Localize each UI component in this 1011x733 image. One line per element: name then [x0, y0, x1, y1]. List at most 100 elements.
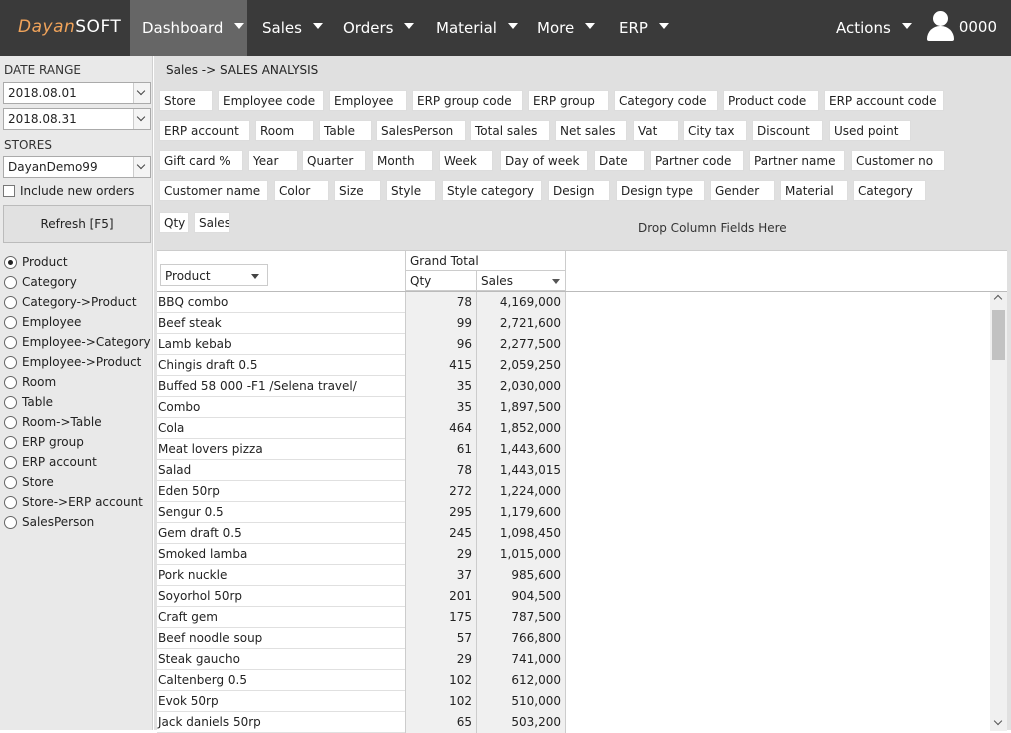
nav-sales[interactable]: Sales: [250, 0, 335, 56]
table-row[interactable]: Pork nuckle 37 985,600: [157, 565, 566, 586]
radio-table[interactable]: Table: [4, 392, 151, 412]
column-header-sales[interactable]: Sales: [476, 271, 566, 291]
radio-erp-account[interactable]: ERP account: [4, 452, 151, 472]
table-row[interactable]: Smoked lamba 29 1,015,000: [157, 544, 566, 565]
table-row[interactable]: Beef noodle soup 57 766,800: [157, 628, 566, 649]
scroll-thumb[interactable]: [992, 310, 1005, 360]
table-row[interactable]: Beef steak 99 2,721,600: [157, 313, 566, 334]
vertical-scrollbar[interactable]: [990, 292, 1007, 731]
radio-salesperson[interactable]: SalesPerson: [4, 512, 151, 532]
radio-employee-product[interactable]: Employee->Product: [4, 352, 151, 372]
table-row[interactable]: Soyorhol 50rp 201 904,500: [157, 586, 566, 607]
nav-orders[interactable]: Orders: [331, 0, 426, 56]
table-row[interactable]: Combo 35 1,897,500: [157, 397, 566, 418]
field-category[interactable]: Category: [853, 180, 926, 201]
date-to-picker[interactable]: 2018.08.31: [3, 108, 151, 130]
radio-button-selected[interactable]: [4, 255, 17, 269]
radio-button[interactable]: [4, 435, 17, 449]
field-category-code[interactable]: Category code: [614, 90, 718, 111]
table-row[interactable]: Eden 50rp 272 1,224,000: [157, 481, 566, 502]
field-customer-no[interactable]: Customer no: [851, 150, 945, 171]
radio-button[interactable]: [4, 515, 17, 529]
table-row[interactable]: Steak gaucho 29 741,000: [157, 649, 566, 670]
radio-product[interactable]: Product: [4, 252, 151, 272]
field-partner-name[interactable]: Partner name: [749, 150, 845, 171]
field-total-sales[interactable]: Total sales: [470, 120, 550, 141]
radio-employee-category[interactable]: Employee->Category: [4, 332, 151, 352]
radio-room[interactable]: Room: [4, 372, 151, 392]
row-field-product-dropdown[interactable]: Product: [160, 264, 268, 286]
table-row[interactable]: Caltenberg 0.5 102 612,000: [157, 670, 566, 691]
radio-button[interactable]: [4, 295, 17, 309]
radio-store[interactable]: Store: [4, 472, 151, 492]
field-week[interactable]: Week: [439, 150, 493, 171]
nav-more[interactable]: More: [525, 0, 607, 56]
table-row[interactable]: Buffed 58 000 -F1 /Selena travel/35 2,030…: [157, 376, 566, 397]
field-design-type[interactable]: Design type: [616, 180, 705, 201]
radio-button[interactable]: [4, 355, 17, 369]
scroll-up-icon[interactable]: [993, 294, 1003, 304]
field-qty[interactable]: Qty: [159, 212, 189, 233]
radio-employee[interactable]: Employee: [4, 312, 151, 332]
radio-button[interactable]: [4, 395, 17, 409]
date-from-picker[interactable]: 2018.08.01: [3, 82, 151, 104]
field-sales[interactable]: Sales: [194, 212, 230, 233]
field-erp-account-code[interactable]: ERP account code: [824, 90, 944, 111]
scroll-down-icon[interactable]: [993, 716, 1003, 726]
field-size[interactable]: Size: [334, 180, 381, 201]
table-row[interactable]: Lamb kebab 96 2,277,500: [157, 334, 566, 355]
field-employee[interactable]: Employee: [329, 90, 407, 111]
table-row[interactable]: Chingis draft 0.5 415 2,059,250: [157, 355, 566, 376]
field-erp-group[interactable]: ERP group: [528, 90, 609, 111]
actions-menu[interactable]: Actions: [824, 0, 924, 56]
user-menu[interactable]: 0000: [925, 11, 997, 43]
field-month[interactable]: Month: [372, 150, 433, 171]
field-table[interactable]: Table: [319, 120, 372, 141]
nav-erp[interactable]: ERP: [607, 0, 681, 56]
field-store[interactable]: Store: [159, 90, 213, 111]
field-design[interactable]: Design: [548, 180, 610, 201]
radio-button[interactable]: [4, 315, 17, 329]
table-row[interactable]: Cola 464 1,852,000: [157, 418, 566, 439]
chevron-down-icon[interactable]: [133, 157, 150, 177]
brand-logo[interactable]: DayanSOFT: [18, 17, 121, 37]
field-discount[interactable]: Discount: [752, 120, 823, 141]
field-color[interactable]: Color: [274, 180, 329, 201]
field-employee-code[interactable]: Employee code: [218, 90, 324, 111]
table-row[interactable]: Gem draft 0.5 245 1,098,450: [157, 523, 566, 544]
field-customer-name[interactable]: Customer name: [159, 180, 268, 201]
table-row[interactable]: Evok 50rp 102 510,000: [157, 691, 566, 712]
field-room[interactable]: Room: [255, 120, 314, 141]
radio-button[interactable]: [4, 335, 17, 349]
radio-category-product[interactable]: Category->Product: [4, 292, 151, 312]
field-partner-code[interactable]: Partner code: [650, 150, 744, 171]
radio-store-erp-account[interactable]: Store->ERP account: [4, 492, 151, 512]
refresh-button[interactable]: Refresh [F5]: [3, 205, 151, 243]
chevron-down-icon[interactable]: [133, 83, 150, 103]
field-day-of-week[interactable]: Day of week: [500, 150, 588, 171]
field-net-sales[interactable]: Net sales: [555, 120, 627, 141]
include-new-orders-toggle[interactable]: Include new orders: [3, 184, 134, 198]
radio-category[interactable]: Category: [4, 272, 151, 292]
field-date[interactable]: Date: [594, 150, 645, 171]
field-year[interactable]: Year: [248, 150, 298, 171]
nav-material[interactable]: Material: [424, 0, 530, 56]
field-style-category[interactable]: Style category: [442, 180, 542, 201]
radio-erp-group[interactable]: ERP group: [4, 432, 151, 452]
radio-button[interactable]: [4, 415, 17, 429]
radio-room-table[interactable]: Room->Table: [4, 412, 151, 432]
field-quarter[interactable]: Quarter: [302, 150, 366, 171]
field-vat[interactable]: Vat: [633, 120, 679, 141]
chevron-down-icon[interactable]: [133, 109, 150, 129]
field-salesperson[interactable]: SalesPerson: [376, 120, 466, 141]
column-header-qty[interactable]: Qty: [405, 271, 476, 291]
field-erp-account[interactable]: ERP account: [159, 120, 250, 141]
nav-dashboard[interactable]: Dashboard: [130, 0, 247, 56]
radio-button[interactable]: [4, 475, 17, 489]
field-product-code[interactable]: Product code: [723, 90, 819, 111]
table-row[interactable]: Meat lovers pizza 61 1,443,600: [157, 439, 566, 460]
table-row[interactable]: Salad 78 1,443,015: [157, 460, 566, 481]
radio-button[interactable]: [4, 275, 17, 289]
field-gender[interactable]: Gender: [710, 180, 775, 201]
field-city-tax[interactable]: City tax: [683, 120, 747, 141]
